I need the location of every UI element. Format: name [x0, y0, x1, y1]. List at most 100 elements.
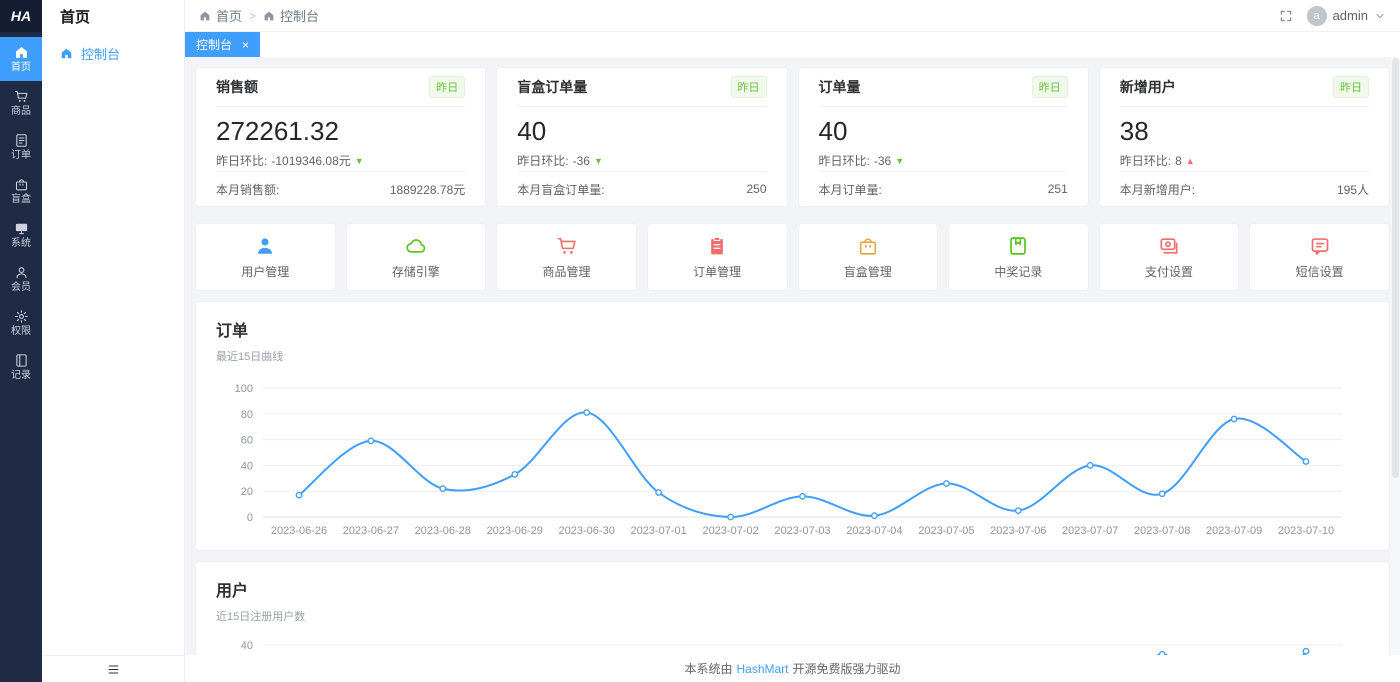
notebook-icon: [1007, 235, 1029, 257]
shortcuts-row: 用户管理 存储引擎 商品管理 订单管理 盲盒管理 中奖记录 支付设置 短信设置: [195, 223, 1390, 291]
footer-brand-link[interactable]: HashMart: [736, 662, 788, 676]
svg-text:2023-07-02: 2023-07-02: [702, 525, 758, 537]
stat-footer-label: 本月销售额:: [216, 181, 279, 198]
stat-card-badge: 昨日: [429, 76, 465, 98]
sidebar-item-label: 控制台: [81, 44, 120, 63]
stat-compare-value: -36: [573, 154, 590, 168]
monitor-icon: [14, 221, 29, 236]
svg-text:2023-06-26: 2023-06-26: [271, 525, 327, 537]
svg-text:0: 0: [247, 512, 253, 524]
rail-nav: 首页 商品 订单 盲盒 系统 会员 权限 记录: [0, 32, 42, 389]
svg-text:2023-07-03: 2023-07-03: [774, 525, 830, 537]
box-icon: [14, 177, 29, 192]
user-icon: [254, 235, 276, 257]
stat-card-title: 新增用户: [1120, 77, 1176, 97]
breadcrumb-label: 控制台: [280, 6, 319, 25]
stat-footer-value: 1889228.78元: [390, 181, 465, 198]
dashboard-content: 销售额 昨日 272261.32 昨日环比: -1019346.08元 ▼ 本月…: [185, 57, 1400, 682]
stat-card: 订单量 昨日 40 昨日环比: -36 ▼ 本月订单量: 251: [798, 67, 1089, 207]
sidebar-item-7[interactable]: 记录: [0, 345, 42, 389]
stat-card: 盲盒订单量 昨日 40 昨日环比: -36 ▼ 本月盲盒订单量: 250: [496, 67, 787, 207]
breadcrumb-item-console[interactable]: 控制台: [263, 6, 319, 25]
stat-compare-label: 昨日环比:: [517, 152, 568, 169]
user-menu[interactable]: a admin: [1307, 6, 1386, 26]
sidebar-item-4[interactable]: 系统: [0, 213, 42, 257]
stat-cards-row: 销售额 昨日 272261.32 昨日环比: -1019346.08元 ▼ 本月…: [195, 67, 1390, 207]
cart-icon: [14, 89, 29, 104]
shortcut-label: 存储引擎: [392, 263, 440, 280]
shortcut-label: 盲盒管理: [844, 263, 892, 280]
stat-card-title: 销售额: [216, 77, 258, 97]
svg-text:100: 100: [235, 383, 253, 395]
shortcut-card[interactable]: 短信设置: [1249, 223, 1390, 291]
stat-footer-label: 本月盲盒订单量:: [517, 181, 604, 198]
shortcut-card[interactable]: 支付设置: [1099, 223, 1240, 291]
order-icon: [14, 133, 29, 148]
app-window: HA 首页 商品 订单 盲盒 系统 会员 权限 记录 首页 控制台: [0, 0, 1400, 682]
trend-icon: ▼: [895, 156, 904, 166]
fullscreen-button[interactable]: [1279, 9, 1293, 23]
stat-compare-label: 昨日环比:: [819, 152, 870, 169]
stat-card: 新增用户 昨日 38 昨日环比: 8 ▲ 本月新增用户: 195人: [1099, 67, 1390, 207]
main-column: 首页 > 控制台 a admin 控制: [185, 0, 1400, 682]
stat-footer-value: 251: [1048, 182, 1068, 196]
sidebar-item-2[interactable]: 订单: [0, 125, 42, 169]
shortcut-card[interactable]: 订单管理: [647, 223, 788, 291]
stat-card-value: 40: [517, 116, 766, 147]
home-icon: [14, 45, 29, 60]
stat-card-value: 40: [819, 116, 1068, 147]
cloud-icon: [405, 235, 427, 257]
sidebar-item-5[interactable]: 会员: [0, 257, 42, 301]
collapse-sidebar-button[interactable]: [42, 655, 184, 682]
breadcrumb: 首页 > 控制台: [199, 6, 319, 25]
shortcut-card[interactable]: 存储引擎: [346, 223, 487, 291]
svg-text:40: 40: [241, 460, 253, 472]
trend-icon: ▼: [594, 156, 603, 166]
cart-icon: [556, 235, 578, 257]
sidebar-item-label: 盲盒: [11, 195, 31, 205]
footer-text: 开源免费版强力驱动: [793, 660, 901, 677]
home-icon: [263, 10, 275, 22]
fullscreen-icon: [1279, 9, 1293, 23]
scrollbar-thumb[interactable]: [1392, 58, 1399, 478]
stat-compare-value: -36: [874, 154, 891, 168]
secondary-sidebar: 首页 控制台: [42, 0, 185, 682]
footer-text: 本系统由: [684, 660, 732, 677]
collapse-icon: [107, 663, 120, 676]
trend-icon: ▼: [355, 156, 364, 166]
close-icon[interactable]: ×: [242, 39, 249, 51]
stat-card-title: 订单量: [819, 77, 861, 97]
orders-line-chart: 0204060801002023-06-262023-06-272023-06-…: [216, 372, 1369, 547]
stat-footer-value: 250: [746, 182, 766, 196]
gear-icon: [14, 309, 29, 324]
stat-compare-label: 昨日环比:: [1120, 152, 1171, 169]
page-title: 首页: [42, 0, 184, 32]
sidebar-item-0[interactable]: 首页: [0, 37, 42, 81]
tab-label: 控制台: [196, 36, 232, 53]
shortcut-card[interactable]: 中奖记录: [948, 223, 1089, 291]
tab-console[interactable]: 控制台 ×: [185, 32, 260, 57]
stat-footer-label: 本月订单量:: [819, 181, 882, 198]
shortcut-card[interactable]: 商品管理: [496, 223, 637, 291]
payment-icon: [1158, 235, 1180, 257]
sidebar-item-label: 首页: [11, 63, 31, 73]
sidebar-item-6[interactable]: 权限: [0, 301, 42, 345]
scrollbar[interactable]: [1391, 57, 1400, 682]
stat-card-title: 盲盒订单量: [517, 77, 587, 97]
record-icon: [14, 353, 29, 368]
svg-text:40: 40: [241, 640, 253, 652]
sidebar-item-3[interactable]: 盲盒: [0, 169, 42, 213]
sidebar-item-console[interactable]: 控制台: [42, 32, 184, 74]
sidebar-item-label: 会员: [11, 283, 31, 293]
icon-rail: HA 首页 商品 订单 盲盒 系统 会员 权限 记录: [0, 0, 42, 682]
breadcrumb-item-home[interactable]: 首页: [199, 6, 242, 25]
sidebar-item-label: 系统: [11, 239, 31, 249]
svg-text:2023-07-01: 2023-07-01: [630, 525, 686, 537]
tab-bar: 控制台 ×: [185, 32, 1400, 57]
sidebar-item-1[interactable]: 商品: [0, 81, 42, 125]
stat-compare-label: 昨日环比:: [216, 152, 267, 169]
clipboard-icon: [706, 235, 728, 257]
shortcut-card[interactable]: 盲盒管理: [798, 223, 939, 291]
stat-compare-value: 8: [1175, 154, 1182, 168]
shortcut-card[interactable]: 用户管理: [195, 223, 336, 291]
